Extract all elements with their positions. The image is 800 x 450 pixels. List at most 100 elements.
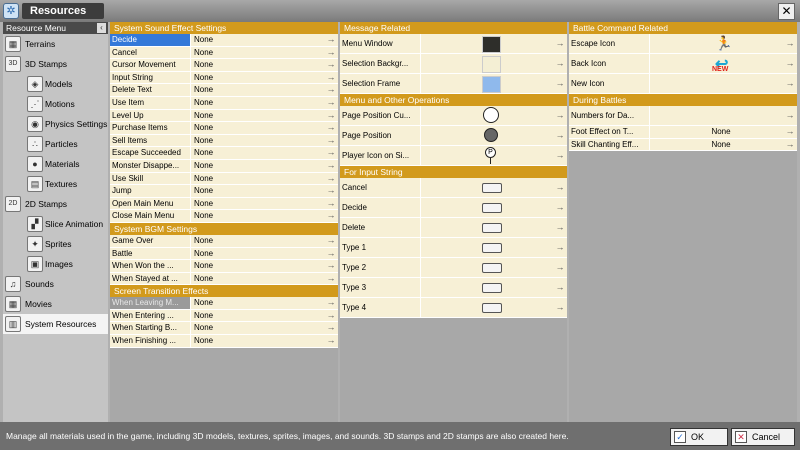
collapse-icon[interactable]: ‹ bbox=[97, 23, 106, 33]
setting-row[interactable]: Delete Text None → bbox=[110, 84, 338, 97]
arrow-right-icon[interactable]: → bbox=[326, 147, 336, 159]
arrow-right-icon[interactable]: → bbox=[326, 310, 336, 322]
setting-row[interactable]: When Starting B... None → bbox=[110, 322, 338, 336]
color-swatch[interactable] bbox=[482, 56, 501, 73]
setting-row[interactable]: Purchase Items None → bbox=[110, 122, 338, 135]
setting-row[interactable]: Battle None → bbox=[110, 247, 338, 261]
setting-row[interactable]: Monster Disappe... None → bbox=[110, 159, 338, 173]
arrow-right-icon[interactable]: → bbox=[326, 97, 336, 109]
arrow-right-icon[interactable]: → bbox=[326, 122, 336, 134]
setting-row[interactable]: New Icon → bbox=[569, 74, 797, 94]
menu-item-motions[interactable]: ⋰ Motions bbox=[3, 94, 108, 114]
setting-row[interactable]: Jump None → bbox=[110, 185, 338, 198]
setting-row[interactable]: When Finishing ... None → bbox=[110, 335, 338, 348]
setting-row[interactable]: Page Position Cu... → bbox=[340, 106, 567, 126]
arrow-right-icon[interactable]: → bbox=[326, 160, 336, 172]
arrow-right-icon[interactable]: → bbox=[326, 185, 336, 197]
setting-row[interactable]: Decide → bbox=[340, 198, 567, 218]
arrow-right-icon[interactable]: → bbox=[326, 84, 336, 96]
setting-row[interactable]: Close Main Menu None → bbox=[110, 210, 338, 223]
menu-item-3d-stamps[interactable]: 3D 3D Stamps bbox=[3, 54, 108, 74]
arrow-right-icon[interactable]: → bbox=[555, 218, 565, 237]
menu-item-2d-stamps[interactable]: 2D 2D Stamps bbox=[3, 194, 108, 214]
arrow-right-icon[interactable]: → bbox=[785, 54, 795, 73]
menu-item-terrains[interactable]: ▦ Terrains bbox=[3, 34, 108, 54]
setting-row[interactable]: Delete → bbox=[340, 218, 567, 238]
setting-row[interactable]: Input String None → bbox=[110, 71, 338, 85]
arrow-right-icon[interactable]: → bbox=[785, 139, 795, 151]
arrow-right-icon[interactable]: → bbox=[555, 278, 565, 297]
setting-row[interactable]: When Leaving M... None → bbox=[110, 297, 338, 310]
setting-row[interactable]: Numbers for Da... → bbox=[569, 106, 797, 126]
setting-row[interactable]: When Stayed at ... None → bbox=[110, 272, 338, 286]
arrow-right-icon[interactable]: → bbox=[555, 34, 565, 53]
menu-item-slice-animation[interactable]: ▞ Slice Animation bbox=[3, 214, 108, 234]
arrow-right-icon[interactable]: → bbox=[326, 34, 336, 46]
arrow-right-icon[interactable]: → bbox=[326, 210, 336, 222]
menu-item-system-resources[interactable]: ▥ System Resources bbox=[3, 314, 108, 334]
setting-row[interactable]: Player Icon on Si... P → bbox=[340, 146, 567, 166]
setting-row[interactable]: Sell Items None → bbox=[110, 134, 338, 148]
arrow-right-icon[interactable]: → bbox=[326, 335, 336, 347]
setting-row[interactable]: Back Icon ↩ NEW → bbox=[569, 54, 797, 74]
arrow-right-icon[interactable]: → bbox=[785, 34, 795, 53]
setting-row[interactable]: Type 4 → bbox=[340, 298, 567, 318]
arrow-right-icon[interactable]: → bbox=[326, 198, 336, 210]
close-button[interactable]: ✕ bbox=[778, 3, 795, 20]
arrow-right-icon[interactable]: → bbox=[326, 59, 336, 71]
setting-row[interactable]: Decide None → bbox=[110, 34, 338, 47]
menu-item-textures[interactable]: ▤ Textures bbox=[3, 174, 108, 194]
setting-row[interactable]: Level Up None → bbox=[110, 109, 338, 123]
menu-item-sprites[interactable]: ✦ Sprites bbox=[3, 234, 108, 254]
setting-row[interactable]: Game Over None → bbox=[110, 234, 338, 248]
menu-item-sounds[interactable]: ♫ Sounds bbox=[3, 274, 108, 294]
color-swatch[interactable] bbox=[482, 76, 501, 93]
setting-row[interactable]: Cursor Movement None → bbox=[110, 59, 338, 72]
setting-row[interactable]: Cancel None → bbox=[110, 46, 338, 60]
arrow-right-icon[interactable]: → bbox=[555, 106, 565, 125]
setting-row[interactable]: Page Position → bbox=[340, 126, 567, 146]
setting-row[interactable]: Foot Effect on T... None → bbox=[569, 126, 797, 139]
arrow-right-icon[interactable]: → bbox=[326, 47, 336, 59]
setting-row[interactable]: Type 3 → bbox=[340, 278, 567, 298]
arrow-right-icon[interactable]: → bbox=[326, 235, 336, 247]
ok-button[interactable]: ✓ OK bbox=[670, 428, 728, 446]
setting-row[interactable]: Menu Window → bbox=[340, 34, 567, 54]
arrow-right-icon[interactable]: → bbox=[785, 126, 795, 138]
setting-row[interactable]: Use Item None → bbox=[110, 96, 338, 110]
arrow-right-icon[interactable]: → bbox=[555, 54, 565, 73]
menu-item-particles[interactable]: ∴ Particles bbox=[3, 134, 108, 154]
arrow-right-icon[interactable]: → bbox=[326, 297, 336, 309]
setting-row[interactable]: When Entering ... None → bbox=[110, 309, 338, 323]
arrow-right-icon[interactable]: → bbox=[326, 260, 336, 272]
arrow-right-icon[interactable]: → bbox=[555, 258, 565, 277]
arrow-right-icon[interactable]: → bbox=[555, 198, 565, 217]
arrow-right-icon[interactable]: → bbox=[326, 322, 336, 334]
setting-row[interactable]: Cancel → bbox=[340, 178, 567, 198]
menu-item-images[interactable]: ▣ Images bbox=[3, 254, 108, 274]
arrow-right-icon[interactable]: → bbox=[785, 106, 795, 125]
setting-row[interactable]: Selection Frame → bbox=[340, 74, 567, 94]
setting-row[interactable]: Escape Icon 🏃 → bbox=[569, 34, 797, 54]
setting-row[interactable]: Type 2 → bbox=[340, 258, 567, 278]
arrow-right-icon[interactable]: → bbox=[555, 126, 565, 145]
setting-row[interactable]: Escape Succeeded None → bbox=[110, 147, 338, 160]
cancel-button[interactable]: ✕ Cancel bbox=[731, 428, 795, 446]
arrow-right-icon[interactable]: → bbox=[326, 248, 336, 260]
menu-item-physics-settings[interactable]: ◉ Physics Settings bbox=[3, 114, 108, 134]
arrow-right-icon[interactable]: → bbox=[326, 173, 336, 185]
menu-item-models[interactable]: ◈ Models bbox=[3, 74, 108, 94]
arrow-right-icon[interactable]: → bbox=[326, 110, 336, 122]
setting-row[interactable]: Skill Chanting Eff... None → bbox=[569, 138, 797, 152]
arrow-right-icon[interactable]: → bbox=[785, 74, 795, 93]
setting-row[interactable]: Open Main Menu None → bbox=[110, 197, 338, 211]
menu-item-materials[interactable]: ● Materials bbox=[3, 154, 108, 174]
color-swatch[interactable] bbox=[482, 36, 501, 53]
arrow-right-icon[interactable]: → bbox=[326, 273, 336, 285]
arrow-right-icon[interactable]: → bbox=[326, 72, 336, 84]
arrow-right-icon[interactable]: → bbox=[555, 74, 565, 93]
arrow-right-icon[interactable]: → bbox=[555, 146, 565, 165]
arrow-right-icon[interactable]: → bbox=[555, 238, 565, 257]
setting-row[interactable]: Use Skill None → bbox=[110, 172, 338, 186]
setting-row[interactable]: When Won the ... None → bbox=[110, 260, 338, 273]
